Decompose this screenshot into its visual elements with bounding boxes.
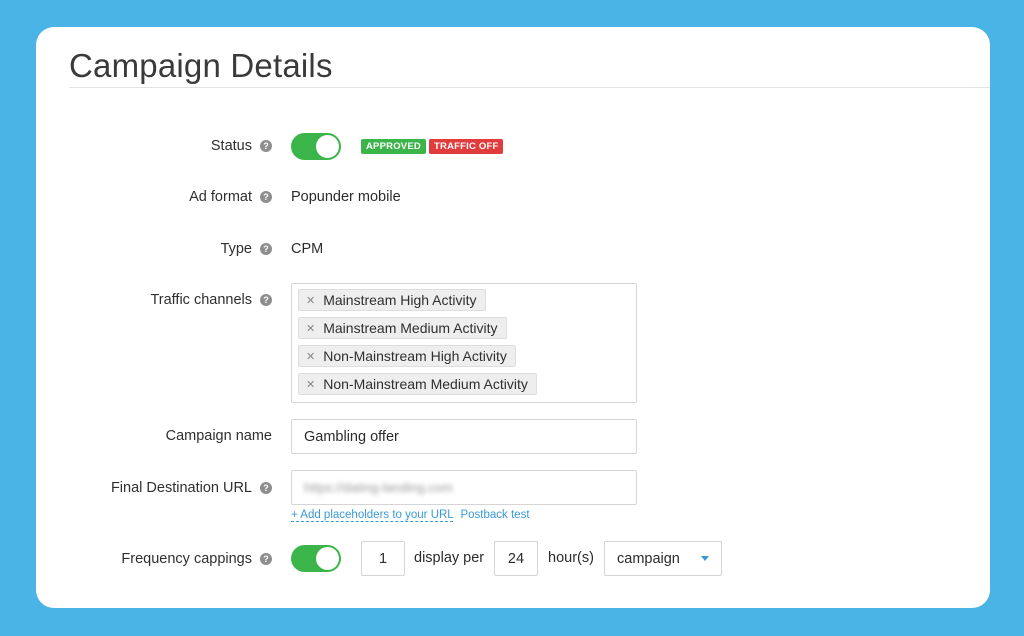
traffic-channels-label-text: Traffic channels [150, 292, 252, 308]
campaign-name-value: Gambling offer [304, 428, 399, 445]
channel-tag-label: Mainstream Medium Activity [323, 320, 498, 336]
help-icon[interactable]: ? [260, 482, 272, 494]
hours-unit-text: hour(s) [548, 550, 594, 566]
final-url-label-text: Final Destination URL [110, 480, 252, 496]
campaign-name-label: Campaign name [166, 428, 272, 444]
ad-format-value: Popunder mobile [291, 189, 401, 205]
postback-test-link[interactable]: Postback test [460, 509, 529, 521]
traffic-channels-multiselect[interactable]: ✕ Mainstream High Activity ✕ Mainstream … [291, 283, 637, 403]
frequency-cappings-toggle[interactable] [291, 545, 341, 572]
remove-tag-icon[interactable]: ✕ [306, 294, 315, 307]
remove-tag-icon[interactable]: ✕ [306, 322, 315, 335]
page-title: Campaign Details [69, 47, 333, 84]
ad-format-label: Ad format ? [189, 189, 272, 205]
capping-count-input[interactable]: 1 [361, 541, 405, 576]
help-icon[interactable]: ? [260, 191, 272, 203]
capping-hours-input[interactable]: 24 [494, 541, 538, 576]
url-helper-links: + Add placeholders to your URL Postback … [291, 509, 530, 522]
final-url-input[interactable]: https://dating-landing.com [291, 470, 637, 505]
display-per-text: display per [414, 550, 485, 566]
channel-tag-label: Non-Mainstream High Activity [323, 348, 507, 364]
chevron-down-icon [701, 556, 709, 561]
campaign-details-card: Campaign Details Status ? APPROVED TRAFF… [36, 27, 990, 608]
channel-tag: ✕ Mainstream Medium Activity [298, 317, 507, 339]
help-icon[interactable]: ? [260, 553, 272, 565]
frequency-cappings-label-text: Frequency cappings [121, 551, 252, 567]
help-icon[interactable]: ? [260, 294, 272, 306]
toggle-knob [316, 547, 339, 570]
status-toggle[interactable] [291, 133, 341, 160]
toggle-knob [316, 135, 339, 158]
final-url-value: https://dating-landing.com [304, 480, 453, 495]
remove-tag-icon[interactable]: ✕ [306, 350, 315, 363]
type-value: CPM [291, 241, 324, 257]
channel-tag: ✕ Non-Mainstream High Activity [298, 345, 516, 367]
type-label-text: Type [220, 241, 252, 257]
campaign-name-label-text: Campaign name [165, 428, 272, 444]
capping-count-value: 1 [378, 550, 388, 567]
traffic-channels-label: Traffic channels ? [150, 292, 272, 308]
channel-tag-label: Non-Mainstream Medium Activity [323, 376, 528, 392]
traffic-off-badge: TRAFFIC OFF [429, 139, 504, 154]
type-label: Type ? [221, 241, 272, 257]
channel-tag-label: Mainstream High Activity [323, 292, 477, 308]
channel-tag: ✕ Non-Mainstream Medium Activity [298, 373, 537, 395]
help-icon[interactable]: ? [260, 243, 272, 255]
status-label: Status ? [211, 138, 272, 154]
capping-scope-value: campaign [617, 550, 680, 567]
capping-scope-select[interactable]: campaign [604, 541, 722, 576]
status-label-text: Status [210, 138, 252, 154]
help-icon[interactable]: ? [260, 140, 272, 152]
approved-badge: APPROVED [361, 139, 426, 154]
capping-hours-value: 24 [507, 550, 525, 567]
remove-tag-icon[interactable]: ✕ [306, 378, 315, 391]
frequency-cappings-label: Frequency cappings ? [121, 551, 272, 567]
ad-format-label-text: Ad format [189, 189, 252, 205]
add-placeholders-link[interactable]: + Add placeholders to your URL [291, 509, 454, 522]
title-divider [69, 87, 990, 88]
campaign-name-input[interactable]: Gambling offer [291, 419, 637, 454]
channel-tag: ✕ Mainstream High Activity [298, 289, 486, 311]
final-url-label: Final Destination URL ? [111, 480, 272, 496]
